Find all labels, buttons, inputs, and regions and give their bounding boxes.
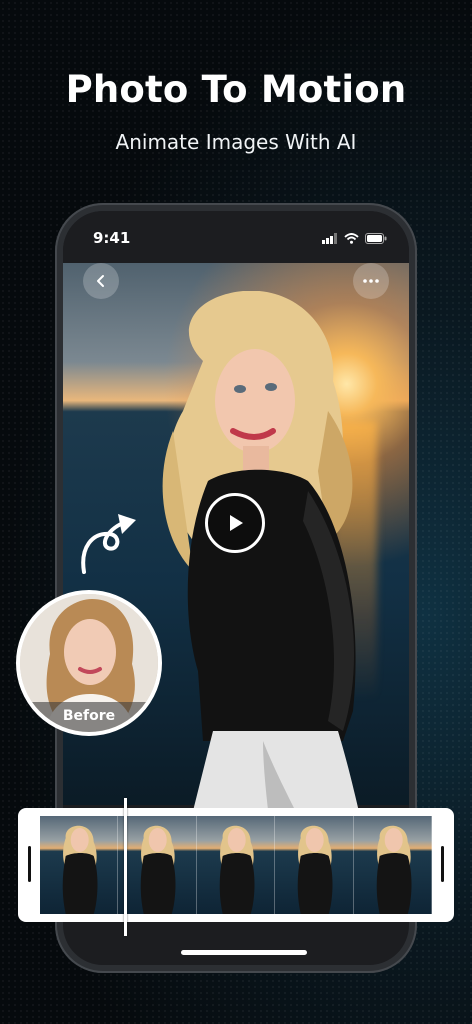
back-button[interactable] (83, 263, 119, 299)
back-icon (97, 275, 104, 287)
timeline-frame (353, 816, 432, 914)
battery-icon (365, 233, 387, 244)
woman-figure (162, 291, 368, 851)
status-time: 9:41 (93, 229, 131, 247)
timeline-frame (40, 816, 119, 914)
curved-arrow-icon (81, 514, 136, 574)
signal-icon (322, 233, 337, 244)
play-icon (230, 515, 243, 531)
trim-handle-right[interactable] (441, 846, 444, 882)
play-button[interactable] (205, 493, 265, 553)
timeline-frames (40, 816, 432, 914)
page-subtitle: Animate Images With AI (115, 130, 357, 154)
more-options-button[interactable] (353, 263, 389, 299)
status-icons (322, 233, 387, 244)
more-icon (363, 279, 379, 283)
timeline-frame (196, 816, 276, 914)
timeline-strip[interactable] (18, 808, 454, 922)
timeline-frame (275, 816, 354, 914)
home-indicator (181, 950, 307, 955)
wifi-icon (344, 233, 359, 244)
trim-handle-left[interactable] (28, 846, 31, 882)
timeline-playhead[interactable] (124, 798, 127, 936)
timeline-frame (118, 816, 197, 914)
before-label: Before (20, 702, 158, 732)
status-bar: 9:41 (63, 211, 409, 263)
before-thumbnail: Before (16, 590, 162, 736)
page-title: Photo To Motion (65, 68, 407, 111)
